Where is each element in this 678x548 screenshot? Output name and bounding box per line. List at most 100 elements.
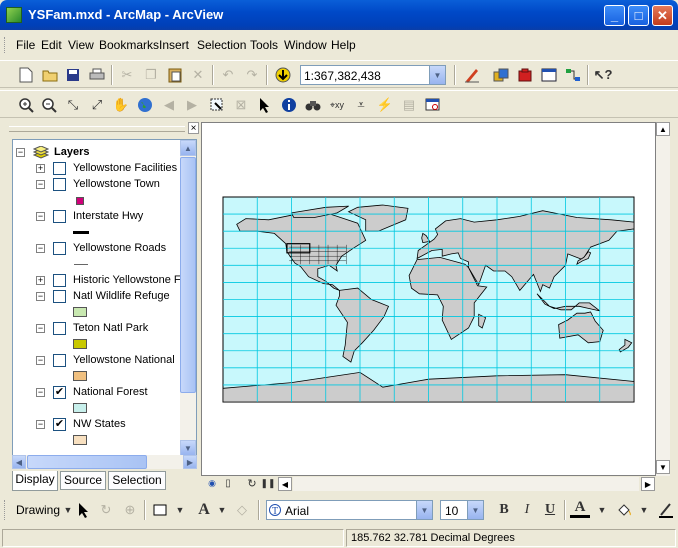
scroll-up-icon[interactable]: ▲	[180, 140, 196, 156]
menu-file[interactable]: File	[16, 38, 35, 52]
polygon-symbol[interactable]	[73, 371, 87, 381]
menu-help[interactable]: Help	[331, 38, 356, 52]
layer-historic-yellowstone-f[interactable]: + Historic Yellowstone F	[13, 273, 181, 289]
scroll-left-icon[interactable]: ◀	[12, 455, 26, 469]
add-data-icon[interactable]	[273, 65, 293, 85]
layer-yellowstone-facilities[interactable]: + Yellowstone Facilities	[13, 161, 181, 177]
font-size-combobox[interactable]: 10 ▼	[440, 500, 484, 520]
layer-visibility-checkbox[interactable]	[53, 290, 66, 303]
map-scale-combobox[interactable]: 1:367,382,438 ▼	[300, 65, 446, 85]
pan-hand-icon[interactable]: ✋	[111, 95, 131, 115]
layer-yellowstone-roads[interactable]: − Yellowstone Roads	[13, 241, 181, 257]
scroll-right-icon[interactable]: ▶	[641, 477, 655, 491]
line-symbol[interactable]	[74, 264, 88, 265]
font-color-button[interactable]: A	[570, 499, 590, 518]
select-elements-arrow-icon[interactable]	[74, 500, 94, 520]
refresh-icon[interactable]: ↻	[245, 476, 259, 490]
menu-edit[interactable]: Edit	[41, 38, 62, 52]
arctoolbox-icon[interactable]	[515, 65, 535, 85]
select-elements-arrow-icon[interactable]	[255, 95, 275, 115]
command-line-icon[interactable]	[539, 65, 559, 85]
scroll-down-icon[interactable]: ▼	[656, 460, 670, 474]
chevron-down-icon[interactable]: ▼	[429, 66, 445, 84]
menu-view[interactable]: View	[68, 38, 94, 52]
new-document-icon[interactable]	[16, 65, 36, 85]
toc-vertical-scrollbar[interactable]: ▲ ▼	[180, 140, 196, 456]
polygon-symbol[interactable]	[73, 307, 87, 317]
zoom-out-icon[interactable]	[39, 95, 59, 115]
layer-natl-wildlife-refuge[interactable]: − Natl Wildlife Refuge	[13, 289, 181, 305]
create-viewer-window-icon[interactable]	[423, 95, 443, 115]
expand-icon[interactable]: +	[36, 276, 45, 285]
measure-icon[interactable]: ⩡	[351, 95, 371, 115]
collapse-icon[interactable]: −	[36, 180, 45, 189]
scroll-right-icon[interactable]: ▶	[183, 455, 197, 469]
back-extent-icon[interactable]: ◀	[159, 95, 179, 115]
save-icon[interactable]	[63, 65, 83, 85]
chevron-down-icon[interactable]: ▼	[170, 500, 190, 520]
tab-selection[interactable]: Selection	[108, 471, 166, 490]
full-extent-globe-icon[interactable]	[135, 95, 155, 115]
copy-icon[interactable]: ❐	[141, 65, 161, 85]
chevron-down-icon[interactable]: ▼	[416, 501, 432, 519]
zoom-in-icon[interactable]	[16, 95, 36, 115]
layer-yellowstone-town[interactable]: − Yellowstone Town	[13, 177, 181, 193]
scroll-down-icon[interactable]: ▼	[180, 440, 196, 456]
tab-display[interactable]: Display	[12, 471, 58, 491]
zoom-to-selected-icon[interactable]: ⊕	[120, 500, 140, 520]
text-tool-icon[interactable]: A	[194, 500, 214, 520]
collapse-icon[interactable]: −	[36, 420, 45, 429]
bold-button[interactable]: B	[494, 500, 514, 520]
html-popup-icon[interactable]: ▤	[399, 95, 419, 115]
font-family-combobox[interactable]: T Arial ▼	[266, 500, 433, 520]
find-binoculars-icon[interactable]	[303, 95, 323, 115]
collapse-icon[interactable]: −	[36, 212, 45, 221]
layer-visibility-checkbox[interactable]	[53, 274, 66, 287]
menu-bookmarks[interactable]: Bookmarks	[99, 38, 159, 52]
collapse-icon[interactable]: −	[16, 148, 25, 157]
undo-icon[interactable]: ↶	[218, 65, 238, 85]
layer-visibility-checkbox[interactable]: ✔	[53, 386, 66, 399]
layer-visibility-checkbox[interactable]	[53, 162, 66, 175]
world-map[interactable]	[202, 123, 655, 475]
expand-icon[interactable]: +	[36, 164, 45, 173]
scrollbar-thumb[interactable]	[180, 157, 196, 393]
whats-this-help-icon[interactable]: ↖?	[593, 65, 613, 85]
layer-teton-natl-park[interactable]: − Teton Natl Park	[13, 321, 181, 337]
chevron-down-icon[interactable]: ▼	[467, 501, 483, 519]
menu-insert[interactable]: Insert	[159, 38, 189, 52]
layer-visibility-checkbox[interactable]	[53, 210, 66, 223]
fixed-zoom-in-icon[interactable]: ⤡	[63, 95, 83, 115]
point-symbol[interactable]	[76, 197, 84, 205]
close-button[interactable]: ✕	[652, 5, 673, 26]
collapse-icon[interactable]: −	[36, 356, 45, 365]
map-horizontal-scrollbar[interactable]	[293, 477, 639, 491]
chevron-down-icon[interactable]: ▼	[212, 500, 232, 520]
rotate-icon[interactable]: ↻	[96, 500, 116, 520]
underline-button[interactable]: U	[540, 500, 560, 520]
layer-nw-states[interactable]: − ✔ NW States	[13, 417, 181, 433]
map-vertical-scrollbar[interactable]: ▲ ▼	[656, 122, 670, 476]
layer-visibility-checkbox[interactable]	[53, 178, 66, 191]
delete-icon[interactable]: ✕	[188, 65, 208, 85]
map-view[interactable]	[201, 122, 656, 476]
forward-extent-icon[interactable]: ▶	[182, 95, 202, 115]
menu-selection[interactable]: Selection	[197, 38, 246, 52]
fill-color-bucket-icon[interactable]	[614, 500, 634, 520]
collapse-icon[interactable]: −	[36, 388, 45, 397]
layer-visibility-checkbox[interactable]	[53, 242, 66, 255]
identify-icon[interactable]	[279, 95, 299, 115]
open-folder-icon[interactable]	[40, 65, 60, 85]
toc-horizontal-scrollbar[interactable]: ◀ ▶	[12, 455, 197, 469]
data-view-icon[interactable]: ◉	[205, 476, 219, 490]
rectangle-tool-icon[interactable]	[150, 500, 170, 520]
scroll-left-icon[interactable]: ◀	[278, 477, 292, 491]
layer-yellowstone-national[interactable]: − Yellowstone National	[13, 353, 181, 369]
collapse-icon[interactable]: −	[36, 244, 45, 253]
layers-root[interactable]: − Layers	[13, 145, 183, 161]
layer-national-forest[interactable]: − ✔ National Forest	[13, 385, 181, 401]
collapse-icon[interactable]: −	[36, 324, 45, 333]
scrollbar-thumb[interactable]	[27, 455, 147, 469]
scroll-up-icon[interactable]: ▲	[656, 122, 670, 136]
editor-toolbar-icon[interactable]	[462, 65, 482, 85]
